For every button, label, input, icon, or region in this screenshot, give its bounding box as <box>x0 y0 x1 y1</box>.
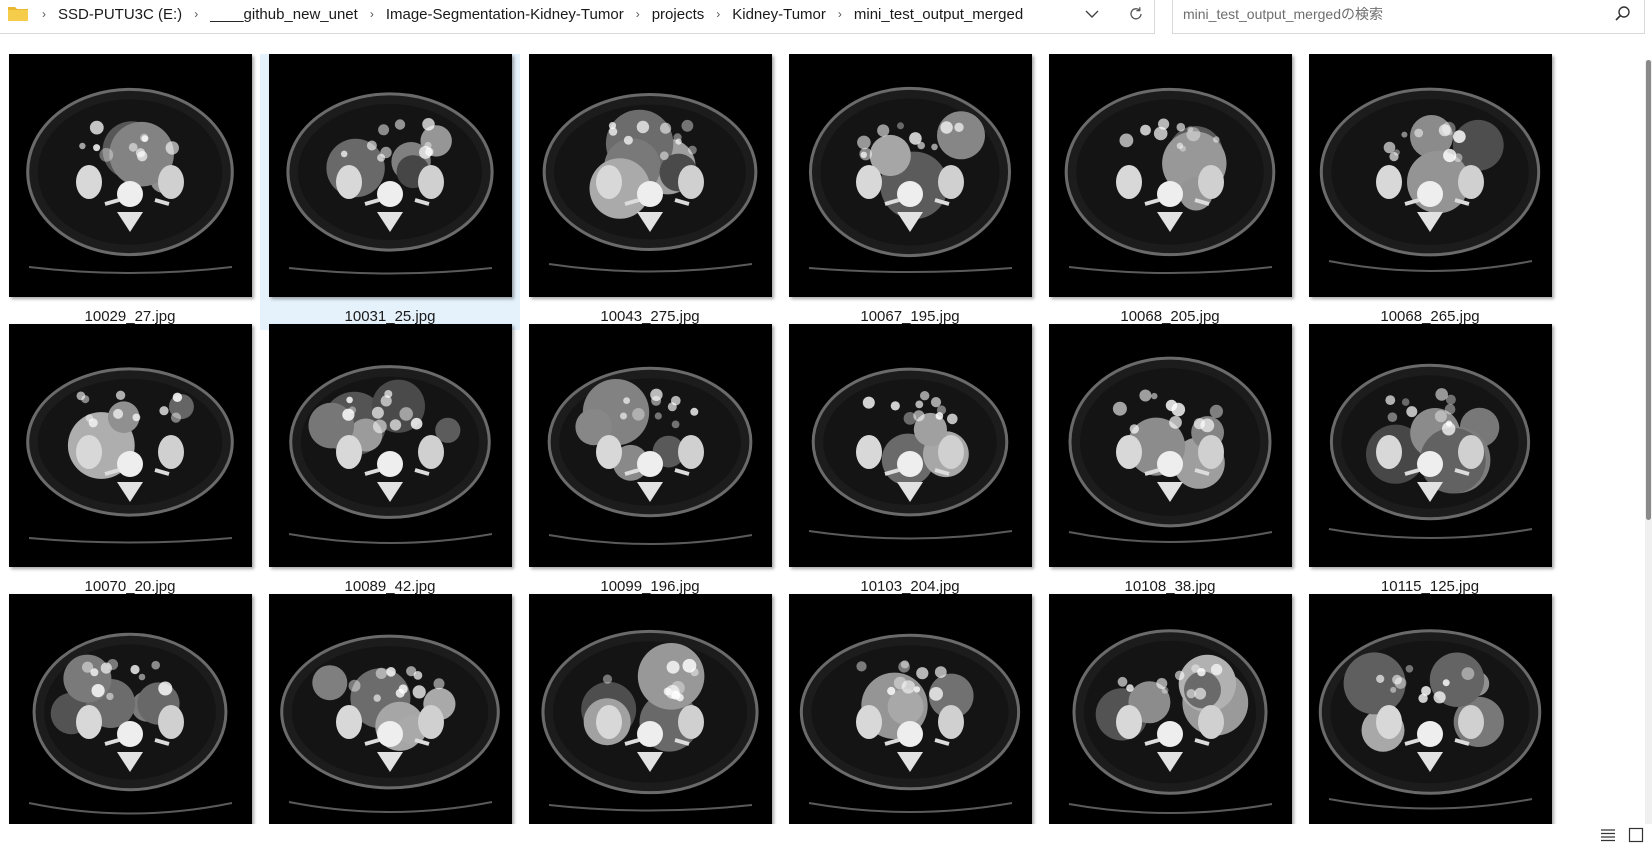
search-box[interactable] <box>1172 0 1645 34</box>
breadcrumb-item[interactable]: projects <box>650 6 707 23</box>
large-icons-view-icon[interactable] <box>1628 827 1644 843</box>
file-item[interactable] <box>1300 588 1560 824</box>
vertical-scrollbar[interactable] <box>1645 60 1652 830</box>
breadcrumb-item[interactable]: mini_test_output_merged <box>852 6 1025 23</box>
file-item[interactable] <box>0 588 260 824</box>
file-thumbnail <box>529 594 772 824</box>
file-thumbnail <box>1049 324 1292 567</box>
file-item[interactable]: 10067_195.jpg <box>780 54 1040 330</box>
file-item[interactable]: 10103_204.jpg <box>780 318 1040 600</box>
scrollbar-thumb[interactable] <box>1646 60 1651 520</box>
file-thumbnail <box>269 54 512 297</box>
file-item[interactable]: 10043_275.jpg <box>520 54 780 330</box>
file-item[interactable] <box>520 588 780 824</box>
chevron-right-icon[interactable]: › <box>636 7 640 21</box>
file-item[interactable] <box>1040 588 1300 824</box>
chevron-right-icon[interactable]: › <box>194 7 198 21</box>
chevron-right-icon[interactable]: › <box>838 7 842 21</box>
file-item[interactable]: 10070_20.jpg <box>0 318 260 600</box>
file-thumbnail <box>1309 594 1552 824</box>
file-thumbnail <box>1049 594 1292 824</box>
file-grid: 10029_27.jpg 10031_25.jpg 10043_275.jpg 100… <box>0 54 1645 824</box>
file-thumbnail <box>269 324 512 567</box>
breadcrumb-item[interactable]: Kidney-Tumor <box>730 6 828 23</box>
breadcrumb-item[interactable]: Image-Segmentation-Kidney-Tumor <box>384 6 626 23</box>
file-item[interactable]: 10108_38.jpg <box>1040 318 1300 600</box>
file-item[interactable]: 10068_205.jpg <box>1040 54 1300 330</box>
chevron-right-icon[interactable]: › <box>42 7 46 21</box>
file-thumbnail <box>9 54 252 297</box>
file-thumbnail <box>789 324 1032 567</box>
file-item[interactable]: 10068_265.jpg <box>1300 54 1560 330</box>
chevron-down-icon[interactable] <box>1080 3 1104 25</box>
details-view-icon[interactable] <box>1600 827 1616 843</box>
file-thumbnail <box>1049 54 1292 297</box>
file-thumbnail <box>9 594 252 824</box>
file-thumbnail <box>9 324 252 567</box>
status-bar <box>0 824 1652 846</box>
file-thumbnail <box>529 54 772 297</box>
file-thumbnail <box>789 54 1032 297</box>
file-item[interactable]: 10115_125.jpg <box>1300 318 1560 600</box>
file-item[interactable] <box>260 588 520 824</box>
chevron-right-icon[interactable]: › <box>716 7 720 21</box>
file-thumbnail <box>529 324 772 567</box>
file-item[interactable]: 10089_42.jpg <box>260 318 520 600</box>
breadcrumb-item[interactable]: ____github_new_unet <box>208 6 360 23</box>
file-item[interactable]: 10099_196.jpg <box>520 318 780 600</box>
refresh-icon[interactable] <box>1124 3 1148 25</box>
file-item[interactable]: 10029_27.jpg <box>0 54 260 330</box>
file-item[interactable]: 10031_25.jpg <box>260 54 520 330</box>
file-item[interactable] <box>780 588 1040 824</box>
navigation-bar: › SSD-PUTU3C (E:) › ____github_new_unet › Ima… <box>0 0 1652 36</box>
file-thumbnail <box>269 594 512 824</box>
chevron-right-icon[interactable]: › <box>370 7 374 21</box>
breadcrumb: › SSD-PUTU3C (E:) › ____github_new_unet › Ima… <box>32 0 1025 28</box>
address-bar[interactable]: › SSD-PUTU3C (E:) › ____github_new_unet › Ima… <box>0 0 1155 34</box>
search-icon[interactable] <box>1613 4 1633 24</box>
breadcrumb-item[interactable]: SSD-PUTU3C (E:) <box>56 6 184 23</box>
file-thumbnail <box>1309 324 1552 567</box>
search-input[interactable] <box>1183 4 1583 24</box>
file-thumbnail <box>789 594 1032 824</box>
folder-icon <box>8 6 28 21</box>
file-thumbnail <box>1309 54 1552 297</box>
